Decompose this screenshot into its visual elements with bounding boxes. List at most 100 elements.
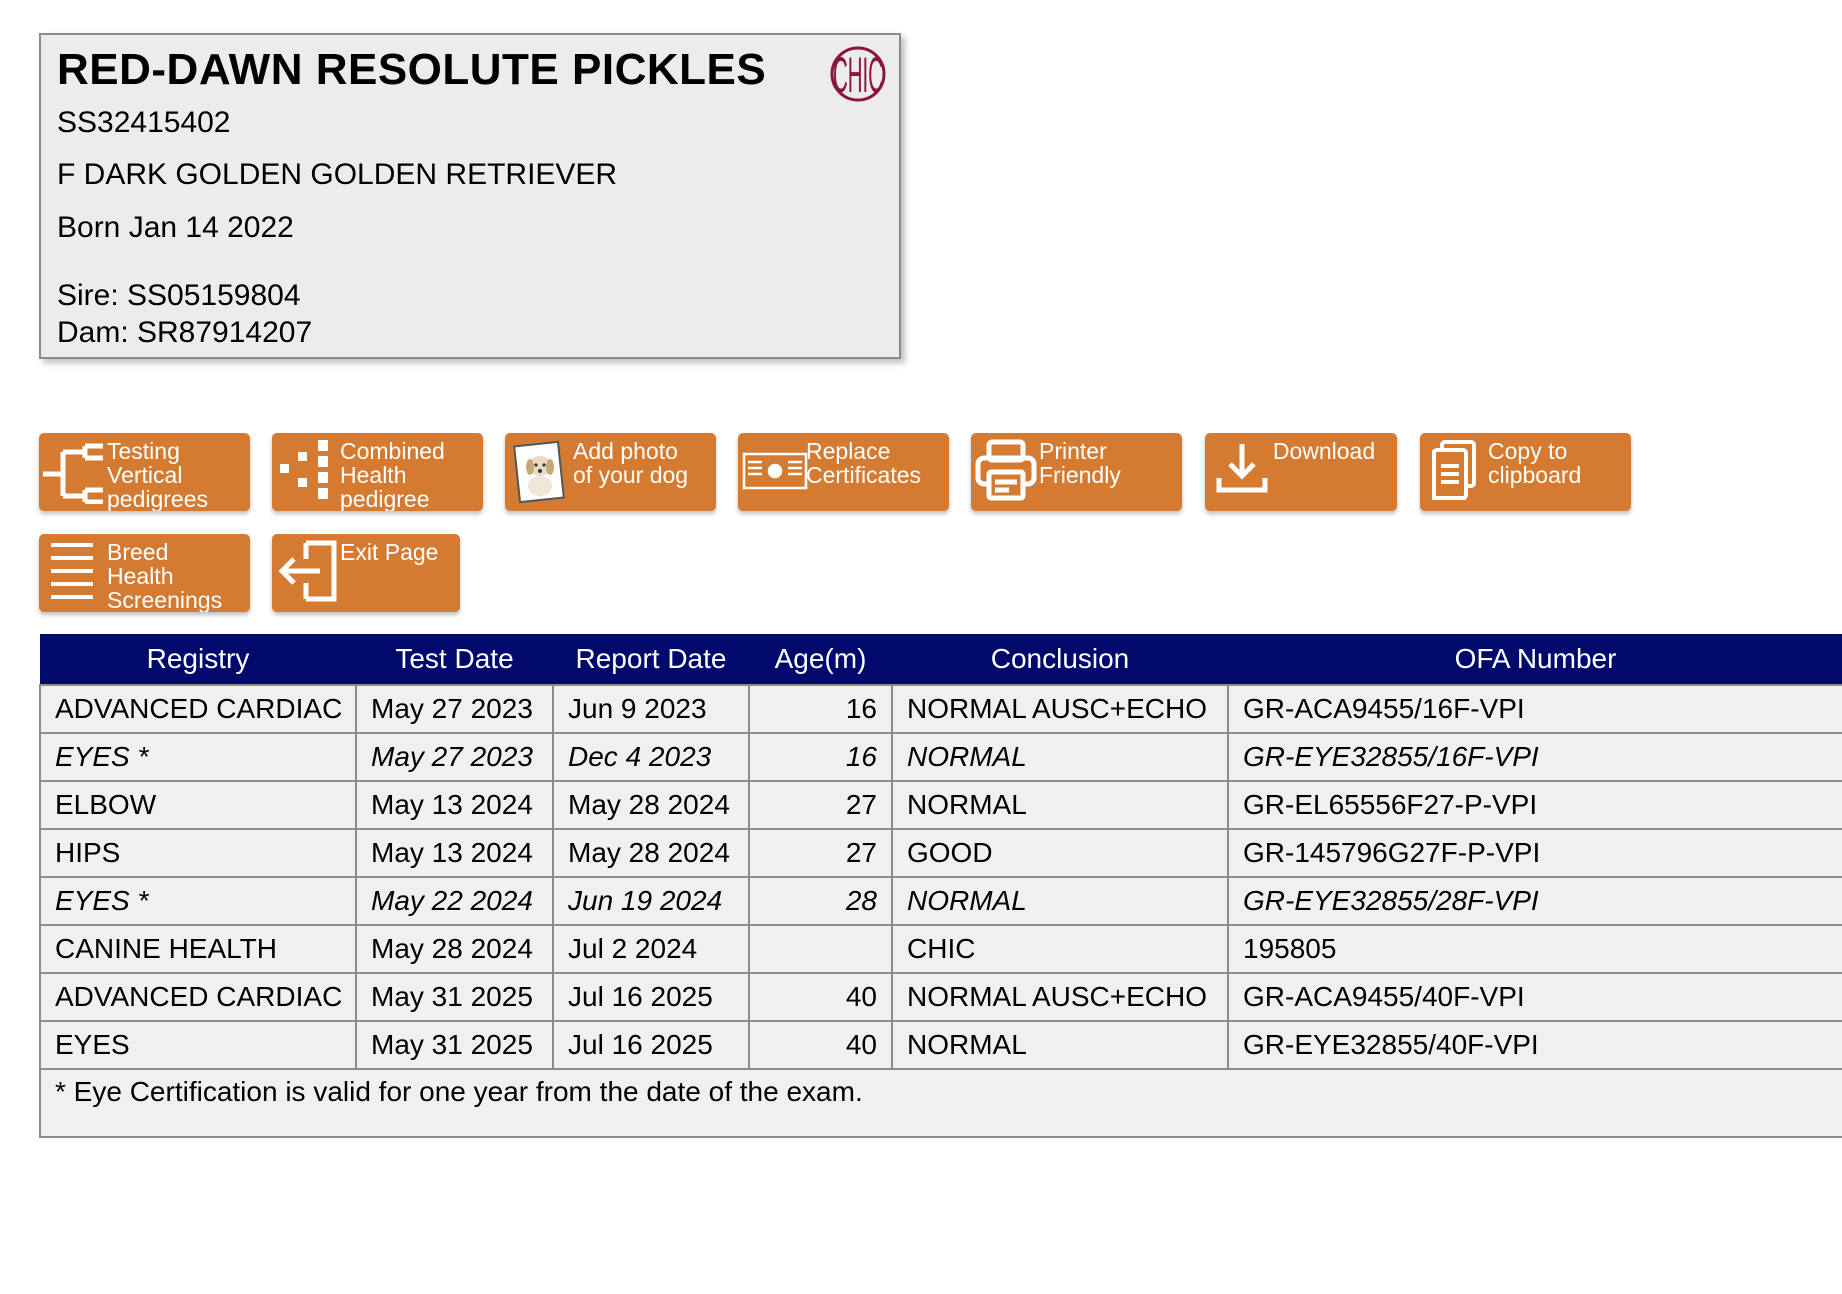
cell-report-date: Dec 4 2023 <box>552 732 750 782</box>
cell-ofa-number: GR-EYE32855/28F-VPI <box>1227 876 1842 926</box>
cell-age: 40 <box>748 972 893 1022</box>
testing-vertical-pedigrees-button[interactable]: Testing Vertical pedigrees <box>39 433 250 511</box>
cell-test-date: May 31 2025 <box>355 1020 554 1070</box>
cell-registry: ELBOW <box>39 780 357 830</box>
cell-report-date: May 28 2024 <box>552 780 750 830</box>
table-row: EYES May 31 2025 Jul 16 2025 40 NORMAL GR-EYE… <box>39 1020 1842 1070</box>
cell-age: 27 <box>748 828 893 878</box>
column-header-conclusion: Conclusion <box>892 634 1228 685</box>
exit-icon <box>278 540 337 602</box>
combined-pedigree-icon <box>280 440 328 499</box>
testing-vertical-pedigrees-label: Testing Vertical pedigrees <box>107 438 209 511</box>
cell-registry: CANINE HEALTH <box>39 924 357 974</box>
eye-certification-footnote: * Eye Certification is valid for one yea… <box>39 1068 1842 1138</box>
cell-report-date: May 28 2024 <box>552 828 750 878</box>
column-header-ofa-number: OFA Number <box>1228 634 1842 685</box>
sex-color-breed: F DARK GOLDEN GOLDEN RETRIEVER <box>57 158 618 191</box>
footnote-row: * Eye Certification is valid for one yea… <box>39 1068 1842 1138</box>
cell-ofa-number: GR-EYE32855/16F-VPI <box>1227 732 1842 782</box>
cell-conclusion: NORMAL AUSC+ECHO <box>891 684 1229 734</box>
table-row: HIPS May 13 2024 May 28 2024 27 GOOD GR-14579… <box>39 828 1842 878</box>
cell-conclusion: CHIC <box>891 924 1229 974</box>
cell-report-date: Jun 9 2023 <box>552 684 750 734</box>
table-row: EYES * May 27 2023 Dec 4 2023 16 NORMAL GR-EY… <box>39 732 1842 782</box>
cell-age <box>748 924 893 974</box>
health-results-table: Registry Test Date Report Date Age(m) Co… <box>39 634 1842 1138</box>
chic-badge-icon: CHIC <box>830 46 886 103</box>
cell-report-date: Jun 19 2024 <box>552 876 750 926</box>
cell-age: 28 <box>748 876 893 926</box>
table-row: ADVANCED CARDIAC May 27 2023 Jun 9 2023 16 N… <box>39 684 1842 734</box>
printer-icon <box>975 439 1037 501</box>
cell-ofa-number: GR-EYE32855/40F-VPI <box>1227 1020 1842 1070</box>
cell-age: 40 <box>748 1020 893 1070</box>
cell-registry: ADVANCED CARDIAC <box>39 972 357 1022</box>
exit-page-button[interactable]: Exit Page <box>272 534 460 612</box>
cell-ofa-number: GR-ACA9455/16F-VPI <box>1227 684 1842 734</box>
certificate-icon <box>742 452 808 490</box>
cell-age: 16 <box>748 684 893 734</box>
download-button[interactable]: Download <box>1205 433 1397 511</box>
replace-certificates-button[interactable]: Replace Certificates <box>738 433 949 511</box>
copy-to-clipboard-button[interactable]: Copy to clipboard <box>1420 433 1631 511</box>
cell-report-date: Jul 2 2024 <box>552 924 750 974</box>
exit-page-label: Exit Page <box>340 539 439 565</box>
cell-ofa-number: GR-145796G27F-P-VPI <box>1227 828 1842 878</box>
dog-photo-icon <box>513 440 565 504</box>
cell-registry: HIPS <box>39 828 357 878</box>
dog-info-card: RED-DAWN RESOLUTE PICKLES CHIC SS3241540… <box>39 33 901 359</box>
cell-ofa-number: GR-EL65556F27-P-VPI <box>1227 780 1842 830</box>
cell-test-date: May 13 2024 <box>355 828 554 878</box>
dam-registration: Dam: SR87914207 <box>57 316 313 349</box>
cell-test-date: May 22 2024 <box>355 876 554 926</box>
replace-certificates-label: Replace Certificates <box>806 438 922 488</box>
printer-friendly-button[interactable]: Printer Friendly <box>971 433 1182 511</box>
cell-conclusion: NORMAL <box>891 732 1229 782</box>
cell-conclusion: NORMAL <box>891 780 1229 830</box>
add-photo-button[interactable]: Add photo of your dog <box>505 433 716 511</box>
clipboard-icon <box>1432 440 1476 500</box>
cell-test-date: May 27 2023 <box>355 732 554 782</box>
cell-conclusion: NORMAL <box>891 876 1229 926</box>
results-table-body: ADVANCED CARDIAC May 27 2023 Jun 9 2023 16 N… <box>39 684 1842 1138</box>
cell-registry: ADVANCED CARDIAC <box>39 684 357 734</box>
table-row: ADVANCED CARDIAC May 31 2025 Jul 16 2025 40… <box>39 972 1842 1022</box>
cell-age: 16 <box>748 732 893 782</box>
breed-health-screenings-button[interactable]: Breed Health Screenings <box>39 534 250 612</box>
combined-health-pedigree-button[interactable]: Combined Health pedigree <box>272 433 483 511</box>
breed-health-screenings-label: Breed Health Screenings <box>107 539 223 612</box>
cell-age: 27 <box>748 780 893 830</box>
dog-name: RED-DAWN RESOLUTE PICKLES <box>57 45 767 94</box>
cell-conclusion: NORMAL <box>891 1020 1229 1070</box>
cell-conclusion: NORMAL AUSC+ECHO <box>891 972 1229 1022</box>
cell-test-date: May 28 2024 <box>355 924 554 974</box>
column-header-registry: Registry <box>40 634 356 685</box>
svg-text:CHIC: CHIC <box>833 47 883 103</box>
table-row: CANINE HEALTH May 28 2024 Jul 2 2024 CHIC 19… <box>39 924 1842 974</box>
copy-to-clipboard-label: Copy to clipboard <box>1488 438 1582 488</box>
table-row: ELBOW May 13 2024 May 28 2024 27 NORMAL GR-EL… <box>39 780 1842 830</box>
cell-report-date: Jul 16 2025 <box>552 1020 750 1070</box>
download-label: Download <box>1272 438 1376 464</box>
cell-registry: EYES <box>39 1020 357 1070</box>
cell-ofa-number: GR-ACA9455/40F-VPI <box>1227 972 1842 1022</box>
printer-friendly-label: Printer Friendly <box>1039 438 1121 488</box>
cell-test-date: May 27 2023 <box>355 684 554 734</box>
cell-test-date: May 13 2024 <box>355 780 554 830</box>
table-row: EYES * May 22 2024 Jun 19 2024 28 NORMAL GR-E… <box>39 876 1842 926</box>
combined-health-pedigree-label: Combined Health pedigree <box>340 438 445 511</box>
cell-ofa-number: 195805 <box>1227 924 1842 974</box>
list-icon <box>51 543 93 599</box>
add-photo-label: Add photo of your dog <box>573 438 689 488</box>
column-header-age: Age(m) <box>749 634 892 685</box>
registration-number: SS32415402 <box>57 106 231 139</box>
sire-registration: Sire: SS05159804 <box>57 279 301 312</box>
cell-registry: EYES * <box>39 876 357 926</box>
table-header-row: Registry Test Date Report Date Age(m) Co… <box>40 634 1842 685</box>
cell-test-date: May 31 2025 <box>355 972 554 1022</box>
cell-report-date: Jul 16 2025 <box>552 972 750 1022</box>
column-header-test-date: Test Date <box>356 634 553 685</box>
cell-conclusion: GOOD <box>891 828 1229 878</box>
vertical-pedigree-icon <box>43 443 103 504</box>
birth-date: Born Jan 14 2022 <box>57 211 294 244</box>
